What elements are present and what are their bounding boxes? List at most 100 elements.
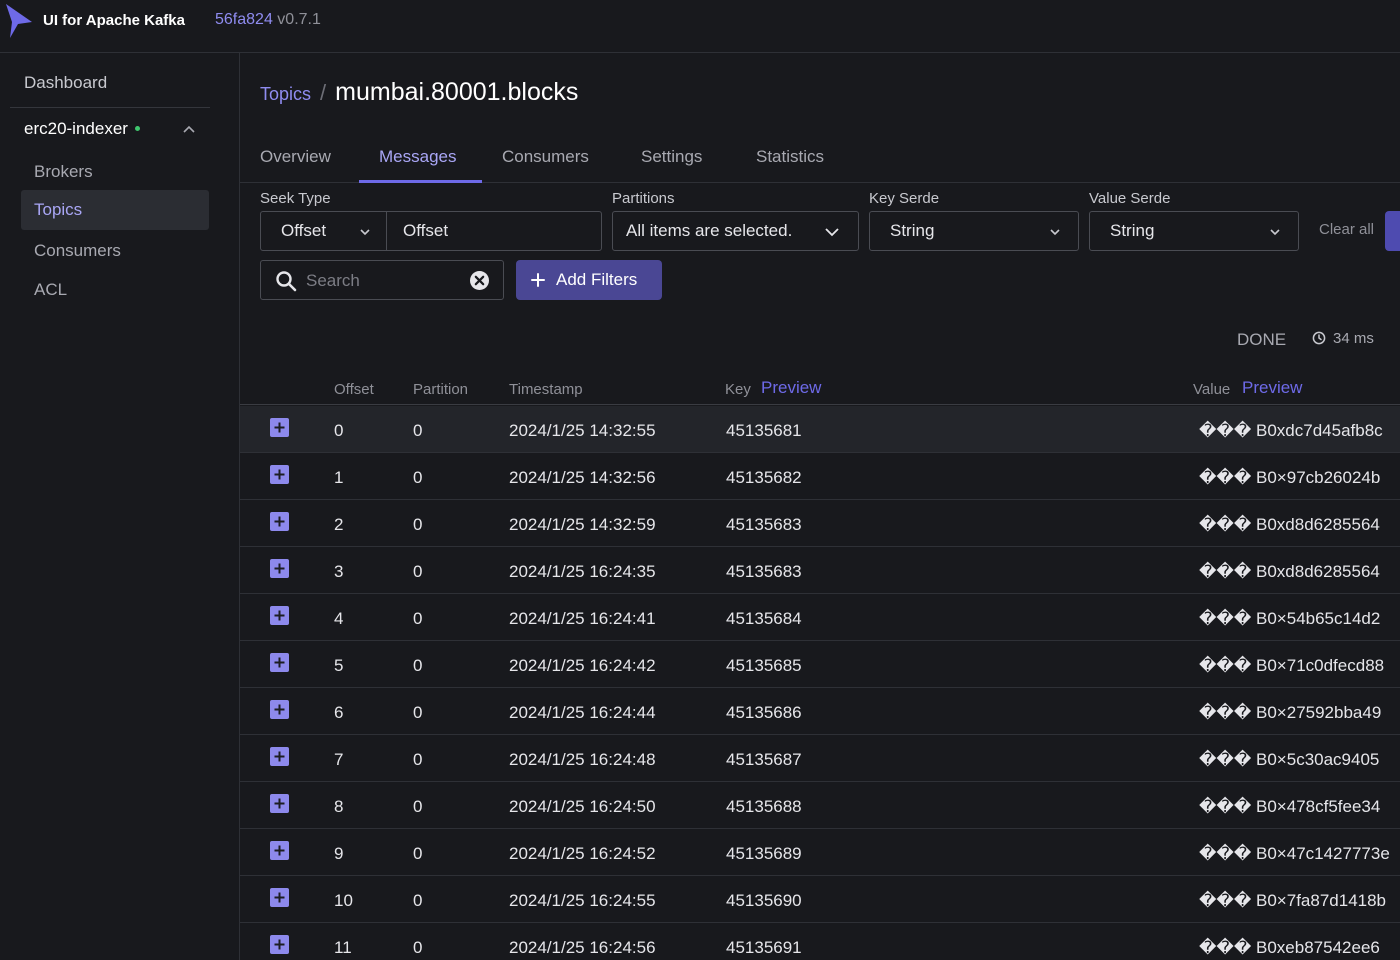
plus-icon — [531, 273, 545, 287]
app-title[interactable]: UI for Apache Kafka — [43, 12, 185, 29]
expand-row-icon[interactable] — [270, 418, 289, 437]
tab-statistics[interactable]: Statistics — [756, 147, 824, 167]
sidebar-cluster-erc20-indexer[interactable]: erc20-indexer — [24, 119, 140, 139]
expand-row-icon[interactable] — [270, 747, 289, 766]
tab-overview[interactable]: Overview — [260, 147, 331, 167]
add-filters-label: Add Filters — [556, 270, 638, 289]
cell-value: ��� B0×478cf5fee34 — [1199, 797, 1381, 816]
partitions-select[interactable]: All items are selected. — [612, 211, 859, 251]
tab-settings[interactable]: Settings — [641, 147, 702, 167]
expand-row-icon[interactable] — [270, 935, 289, 954]
expand-row-icon[interactable] — [270, 888, 289, 907]
commit-hash[interactable]: 56fa824 — [215, 11, 273, 28]
sidebar: Dashboard erc20-indexer Brokers Topics C… — [0, 53, 240, 960]
cell-timestamp: 2024/1/25 16:24:48 — [509, 750, 656, 769]
cell-partition: 0 — [413, 468, 423, 487]
sidebar-item-acl[interactable]: ACL — [21, 270, 209, 310]
cell-timestamp: 2024/1/25 16:24:35 — [509, 562, 656, 581]
table-row[interactable]: 5 0 2024/1/25 16:24:42 45135685 ��� B0×71c0d… — [240, 641, 1400, 688]
table-row[interactable]: 6 0 2024/1/25 16:24:44 45135686 ��� B0×27592… — [240, 688, 1400, 735]
search-placeholder: Search — [306, 271, 360, 290]
add-filters-button[interactable]: Add Filters — [516, 260, 662, 300]
table-row[interactable]: 3 0 2024/1/25 16:24:35 45135683 ��� B0xd8d62… — [240, 547, 1400, 594]
sidebar-item-topics[interactable]: Topics — [21, 190, 209, 230]
value-serde-label: Value Serde — [1089, 190, 1171, 207]
cell-offset: 2 — [334, 515, 344, 534]
breadcrumb-separator: / — [320, 80, 327, 105]
cell-offset: 3 — [334, 562, 344, 581]
cell-key: 45135688 — [726, 797, 802, 816]
key-preview-button[interactable]: Preview — [761, 378, 821, 398]
cell-key: 45135686 — [726, 703, 802, 722]
expand-row-icon[interactable] — [270, 653, 289, 672]
cell-timestamp: 2024/1/25 16:24:56 — [509, 938, 656, 957]
cell-timestamp: 2024/1/25 14:32:56 — [509, 468, 656, 487]
key-serde-label: Key Serde — [869, 190, 940, 207]
tab-messages[interactable]: Messages — [379, 147, 456, 167]
kafka-logo-icon[interactable] — [4, 2, 34, 40]
cell-key: 45135691 — [726, 938, 802, 957]
cell-key: 45135685 — [726, 656, 802, 675]
cell-value: ��� B0×7fa87d1418b — [1199, 891, 1387, 910]
expand-row-icon[interactable] — [270, 700, 289, 719]
column-header-partition[interactable]: Partition — [413, 381, 468, 398]
cell-key: 45135682 — [726, 468, 802, 487]
column-header-offset[interactable]: Offset — [334, 381, 374, 398]
table-row[interactable]: 10 0 2024/1/25 16:24:55 45135690 ��� B0×7fa8… — [240, 876, 1400, 923]
cell-partition: 0 — [413, 891, 423, 910]
submit-button[interactable] — [1385, 211, 1400, 251]
cell-offset: 9 — [334, 844, 344, 863]
sidebar-item-label: Consumers — [34, 241, 121, 260]
table-row[interactable]: 2 0 2024/1/25 14:32:59 45135683 ��� B0xd8d62… — [240, 500, 1400, 547]
clear-search-icon[interactable] — [469, 270, 490, 291]
cell-partition: 0 — [413, 938, 423, 957]
column-header-value: Value — [1193, 381, 1231, 398]
value-preview-button[interactable]: Preview — [1242, 378, 1302, 398]
cell-key: 45135681 — [726, 421, 802, 440]
key-serde-select[interactable]: String — [869, 211, 1079, 251]
table-row[interactable]: 4 0 2024/1/25 16:24:41 45135684 ��� B0×54b65… — [240, 594, 1400, 641]
cell-offset: 11 — [334, 938, 352, 957]
expand-row-icon[interactable] — [270, 512, 289, 531]
column-header-timestamp[interactable]: Timestamp — [509, 381, 583, 398]
expand-row-icon[interactable] — [270, 559, 289, 578]
sidebar-item-consumers[interactable]: Consumers — [21, 231, 209, 271]
cluster-name: erc20-indexer — [24, 119, 128, 138]
expand-row-icon[interactable] — [270, 794, 289, 813]
expand-row-icon[interactable] — [270, 841, 289, 860]
seek-type-select[interactable]: Offset — [260, 211, 387, 251]
cell-key: 45135684 — [726, 609, 802, 628]
version-info: 56fa824 v0.7.1 — [215, 11, 321, 29]
cell-timestamp: 2024/1/25 16:24:55 — [509, 891, 656, 910]
breadcrumb-topics-link[interactable]: Topics — [260, 84, 311, 105]
status-text: DONE — [1237, 330, 1287, 349]
cell-key: 45135683 — [726, 562, 802, 581]
table-row[interactable]: 9 0 2024/1/25 16:24:52 45135689 ��� B0×47c14… — [240, 829, 1400, 876]
cell-offset: 7 — [334, 750, 344, 769]
sidebar-item-dashboard[interactable]: Dashboard — [24, 73, 107, 93]
offset-input[interactable]: Offset — [386, 211, 602, 251]
table-row[interactable]: 7 0 2024/1/25 16:24:48 45135687 ��� B0×5c30a… — [240, 735, 1400, 782]
search-input[interactable]: Search — [260, 260, 504, 300]
partitions-value: All items are selected. — [626, 221, 793, 240]
table-row[interactable]: 0 0 2024/1/25 14:32:55 45135681 ��� B0xdc7d4… — [240, 406, 1400, 453]
table-row[interactable]: 1 0 2024/1/25 14:32:56 45135682 ��� B0×97cb2… — [240, 453, 1400, 500]
cell-timestamp: 2024/1/25 16:24:52 — [509, 844, 656, 863]
tab-consumers[interactable]: Consumers — [502, 147, 589, 167]
table-row[interactable]: 8 0 2024/1/25 16:24:50 45135688 ��� B0×478cf… — [240, 782, 1400, 829]
cell-timestamp: 2024/1/25 14:32:59 — [509, 515, 656, 534]
cell-value: ��� B0×27592bba49 — [1199, 703, 1382, 722]
cell-partition: 0 — [413, 703, 423, 722]
partitions-label: Partitions — [612, 190, 675, 207]
cell-offset: 0 — [334, 421, 344, 440]
expand-row-icon[interactable] — [270, 606, 289, 625]
cell-timestamp: 2024/1/25 16:24:50 — [509, 797, 656, 816]
expand-row-icon[interactable] — [270, 465, 289, 484]
clear-all-button[interactable]: Clear all — [1319, 221, 1374, 238]
table-row[interactable]: 11 0 2024/1/25 16:24:56 45135691 ��� B0xeb87… — [240, 923, 1400, 960]
value-serde-select[interactable]: String — [1089, 211, 1299, 251]
chevron-up-icon[interactable] — [182, 123, 196, 137]
cell-value: ��� B0xd8d6285564 — [1199, 562, 1380, 581]
sidebar-item-brokers[interactable]: Brokers — [21, 152, 209, 192]
cell-key: 45135687 — [726, 750, 802, 769]
